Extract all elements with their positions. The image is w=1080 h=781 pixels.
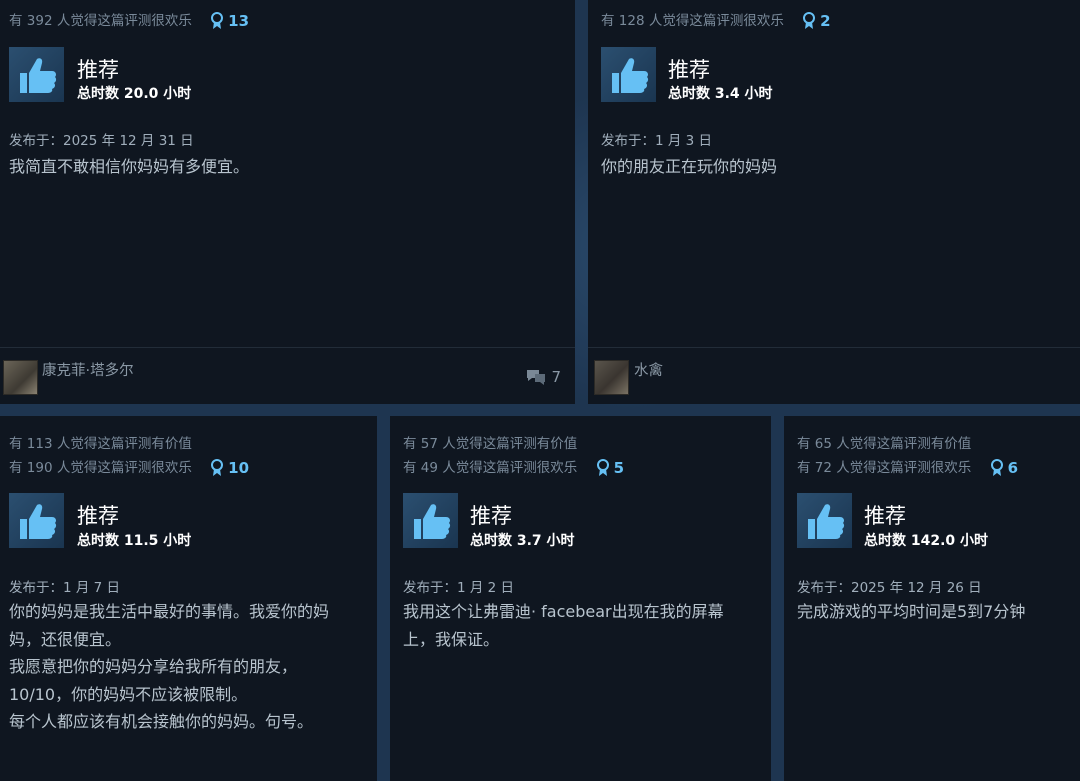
comments-link[interactable]: 7 [525, 368, 561, 386]
posted-date: 发布于：1 月 3 日 [601, 133, 713, 149]
review-text: 你的朋友正在玩你的妈妈 [601, 157, 778, 176]
recommendation-label: 推荐 [77, 504, 119, 528]
thumbs-up-icon [797, 493, 852, 548]
playtime-hours: 总时数 142.0 小时 [864, 533, 989, 549]
author-name[interactable]: 水禽 [634, 359, 663, 380]
recommendation-label: 推荐 [668, 58, 710, 82]
award-icon [211, 459, 224, 476]
helpful-funny-count: 有 190 人觉得这篇评测很欢乐 10 [9, 459, 250, 477]
helpful-funny-count: 有 72 人觉得这篇评测很欢乐 6 [797, 459, 1018, 477]
helpful-funny-count: 有 49 人觉得这篇评测很欢乐 5 [403, 459, 624, 477]
avatar[interactable] [3, 360, 38, 395]
thumbs-up-icon [403, 493, 458, 548]
playtime-hours: 总时数 3.7 小时 [470, 533, 575, 549]
award-icon [990, 459, 1003, 476]
review-footer: 康克菲·塔多尔 7 [0, 347, 575, 404]
posted-date: 发布于：2025 年 12 月 31 日 [9, 133, 194, 149]
recommendation-label: 推荐 [864, 504, 906, 528]
review-text: 完成游戏的平均时间是5到7分钟 [797, 602, 1026, 621]
thumbs-up-icon [9, 47, 64, 102]
thumbs-up-icon [9, 493, 64, 548]
award-icon [211, 12, 224, 29]
award-badge[interactable]: 10 [210, 459, 249, 477]
award-badge[interactable]: 5 [596, 459, 624, 477]
review-footer: 水禽 [588, 347, 1080, 404]
recommendation-label: 推荐 [77, 58, 119, 82]
posted-date: 发布于：1 月 7 日 [9, 580, 121, 596]
playtime-hours: 总时数 20.0 小时 [77, 86, 192, 102]
helpful-funny-count: 有 128 人觉得这篇评测很欢乐 2 [601, 12, 831, 30]
review-text: 我用这个让弗雷迪· facebear出现在我的屏幕 上，我保证。 [403, 602, 724, 649]
helpful-valuable-count: 有 113 人觉得这篇评测有价值 [9, 436, 192, 452]
review-text: 你的妈妈是我生活中最好的事情。我爱你的妈 妈，还很便宜。 我愿意把你的妈妈分享给… [9, 602, 330, 731]
award-icon [596, 459, 609, 476]
award-icon [803, 12, 816, 29]
review-card: 有 65 人觉得这篇评测有价值 有 72 人觉得这篇评测很欢乐 6 推荐 总时数… [784, 416, 1080, 781]
review-card: 有 128 人觉得这篇评测很欢乐 2 推荐 总时数 3.4 小时 发布于：1 月… [588, 0, 1080, 404]
recommendation-label: 推荐 [470, 504, 512, 528]
helpful-funny-count: 有 392 人觉得这篇评测很欢乐 13 [9, 12, 250, 30]
review-card: 有 113 人觉得这篇评测有价值 有 190 人觉得这篇评测很欢乐 10 推荐 … [0, 416, 377, 781]
award-badge[interactable]: 6 [990, 459, 1018, 477]
avatar[interactable] [594, 360, 629, 395]
review-card: 有 57 人觉得这篇评测有价值 有 49 人觉得这篇评测很欢乐 5 推荐 总时数… [390, 416, 771, 781]
playtime-hours: 总时数 11.5 小时 [77, 533, 192, 549]
playtime-hours: 总时数 3.4 小时 [668, 86, 773, 102]
award-badge[interactable]: 13 [210, 12, 249, 30]
review-card: 有 392 人觉得这篇评测很欢乐 13 推荐 总时数 20.0 小时 发布于：2… [0, 0, 575, 404]
award-badge[interactable]: 2 [802, 12, 831, 30]
helpful-valuable-count: 有 65 人觉得这篇评测有价值 [797, 436, 972, 452]
comment-icon [527, 370, 546, 385]
author-name[interactable]: 康克菲·塔多尔 [42, 359, 134, 380]
review-text: 我简直不敢相信你妈妈有多便宜。 [9, 157, 250, 176]
helpful-valuable-count: 有 57 人觉得这篇评测有价值 [403, 436, 578, 452]
posted-date: 发布于：1 月 2 日 [403, 580, 515, 596]
thumbs-up-icon [601, 47, 656, 102]
posted-date: 发布于：2025 年 12 月 26 日 [797, 580, 982, 596]
